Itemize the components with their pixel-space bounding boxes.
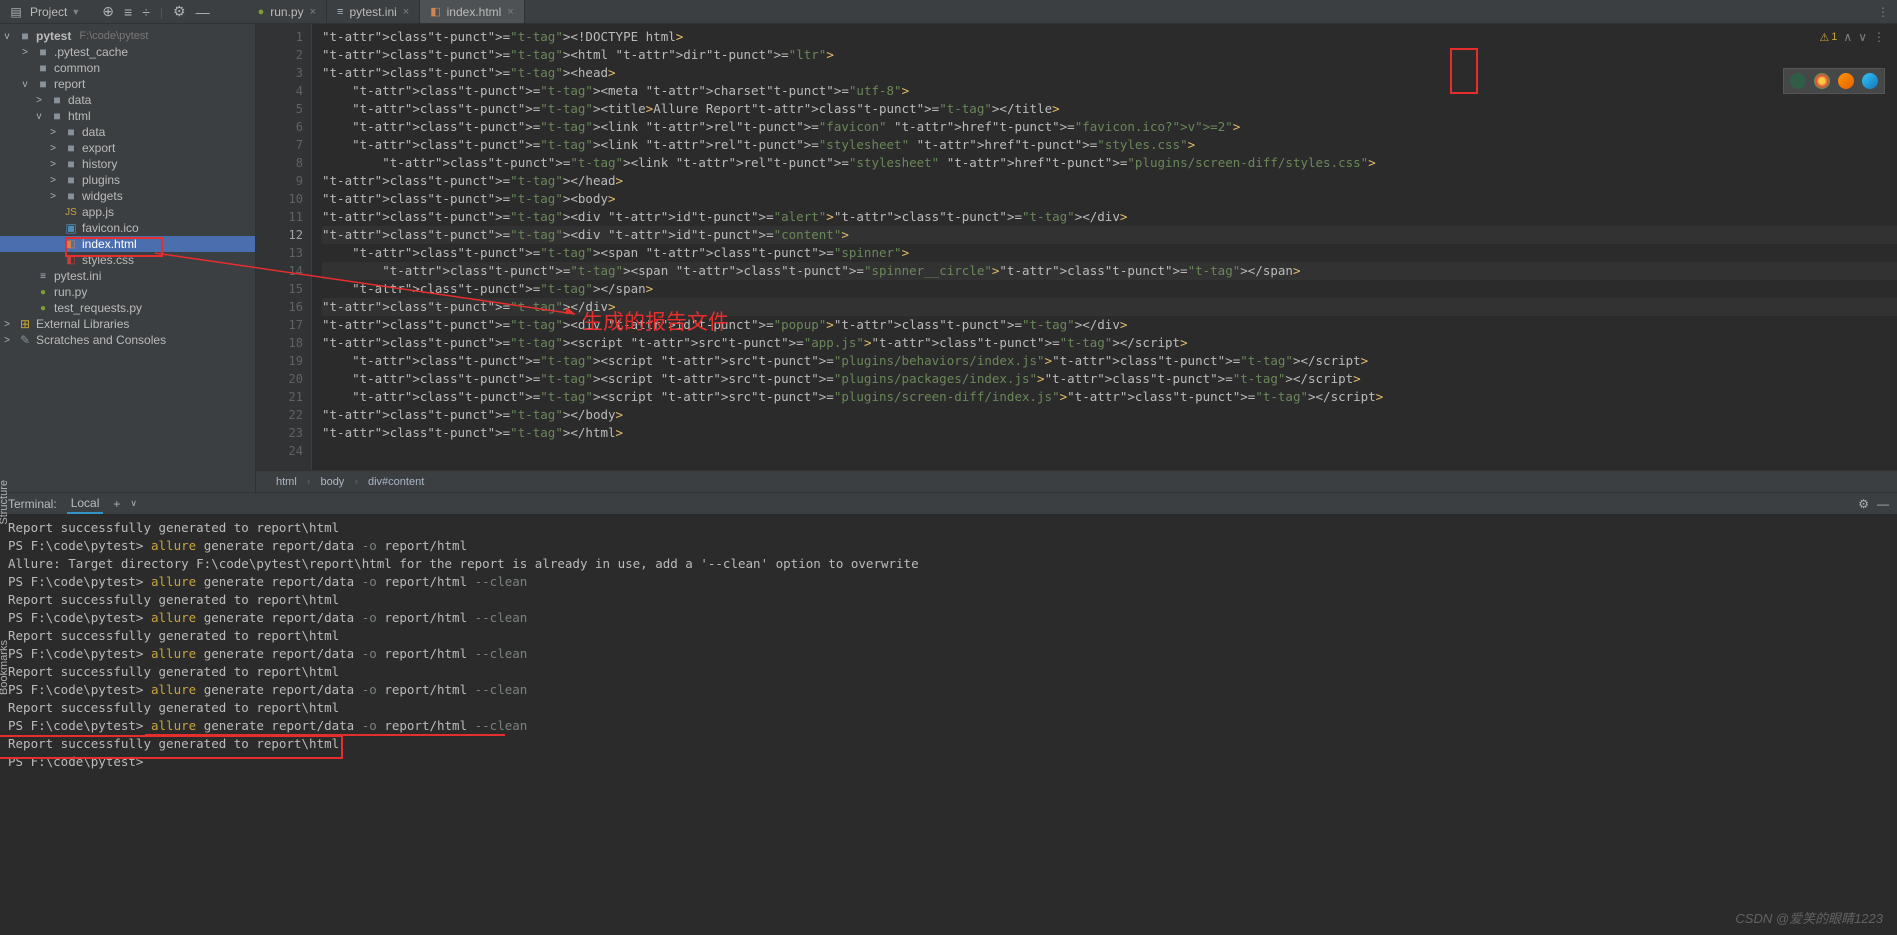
watermark: CSDN @爱笑的眼睛1223	[1735, 908, 1883, 927]
tree-item--pytest_cache[interactable]: >■.pytest_cache	[0, 44, 255, 60]
terminal-line: Report successfully generated to report\…	[8, 627, 1889, 645]
tree-item-external-libraries[interactable]: >⊞External Libraries	[0, 316, 255, 332]
minimize-icon[interactable]: —	[196, 4, 210, 20]
minimize-icon[interactable]: —	[1877, 497, 1889, 511]
folder-icon: ■	[64, 189, 78, 203]
tree-item-pytest-ini[interactable]: ≡pytest.ini	[0, 268, 255, 284]
html-icon: ◧	[64, 239, 78, 250]
code-area[interactable]: "t-attr">class"t-punct">="t-tag"><!DOCTY…	[312, 24, 1897, 470]
editor: ⚠ 1 ∧ ∨ ⋮ 123456789101112131415161718192…	[256, 24, 1897, 492]
editor-tabs: ● run.py × ≡ pytest.ini × ◧ index.html ×	[248, 0, 525, 23]
img-icon: ▣	[64, 221, 78, 235]
terminal-tab-local[interactable]: Local	[67, 494, 104, 514]
terminal-line: Report successfully generated to report\…	[8, 663, 1889, 681]
terminal-output[interactable]: Report successfully generated to report\…	[0, 515, 1897, 775]
tree-item-app-js[interactable]: JSapp.js	[0, 204, 255, 220]
chevron-down-icon: ▼	[71, 7, 80, 17]
py-icon: ●	[36, 287, 50, 298]
terminal-panel: Terminal: Local + ∨ ⚙ — Report successfu…	[0, 492, 1897, 775]
folder-icon: ■	[64, 125, 78, 139]
gutter[interactable]: 123456789101112131415161718192021222324	[256, 24, 312, 470]
terminal-line: PS F:\code\pytest> allure generate repor…	[8, 681, 1889, 699]
gear-icon[interactable]: ⚙	[173, 3, 186, 20]
tree-item-report[interactable]: v■report	[0, 76, 255, 92]
tree-item-styles-css[interactable]: ◧styles.css	[0, 252, 255, 268]
ini-icon: ≡	[337, 6, 343, 18]
structure-panel-label[interactable]: Structure	[0, 480, 10, 525]
crumb-body[interactable]: body	[320, 476, 344, 488]
tab-run-py[interactable]: ● run.py ×	[248, 0, 327, 23]
terminal-line: PS F:\code\pytest> allure generate repor…	[8, 717, 1889, 735]
target-icon[interactable]: ⊕	[102, 3, 114, 20]
bookmarks-panel-label[interactable]: Bookmarks	[0, 640, 10, 695]
tree-item-common[interactable]: ■common	[0, 60, 255, 76]
close-icon[interactable]: ×	[507, 6, 513, 18]
crumb-html[interactable]: html	[276, 476, 297, 488]
folder-icon: ■	[64, 141, 78, 155]
tab-index-html[interactable]: ◧ index.html ×	[420, 0, 525, 23]
close-icon[interactable]: ×	[403, 6, 409, 18]
project-tree: v ■ pytest F:\code\pytest >■.pytest_cach…	[0, 24, 256, 492]
folder-icon: ■	[18, 29, 32, 43]
terminal-line: Report successfully generated to report\…	[8, 591, 1889, 609]
terminal-line: Report successfully generated to report\…	[8, 699, 1889, 717]
tree-item-plugins[interactable]: >■plugins	[0, 172, 255, 188]
tab-pytest-ini[interactable]: ≡ pytest.ini ×	[327, 0, 420, 23]
folder-icon: ■	[36, 61, 50, 75]
tree-item-run-py[interactable]: ●run.py	[0, 284, 255, 300]
folder-icon: ■	[50, 93, 64, 107]
more-icon[interactable]: ⋮	[1877, 5, 1889, 19]
css-icon: ◧	[64, 255, 78, 266]
terminal-dropdown[interactable]: ∨	[130, 498, 137, 509]
tree-item-favicon-ico[interactable]: ▣favicon.ico	[0, 220, 255, 236]
folder-icon: ■	[64, 173, 78, 187]
py-icon: ●	[36, 303, 50, 314]
folder-icon: ■	[36, 45, 50, 59]
project-dropdown[interactable]: Project ▼	[30, 5, 80, 19]
gear-icon[interactable]: ⚙	[1858, 497, 1869, 511]
tree-item-html[interactable]: v■html	[0, 108, 255, 124]
python-icon: ●	[258, 6, 265, 18]
project-icon: ▤	[8, 4, 24, 20]
tree-item-data[interactable]: >■data	[0, 92, 255, 108]
tree-item-history[interactable]: >■history	[0, 156, 255, 172]
folder-icon: ■	[36, 77, 50, 91]
tree-item-export[interactable]: >■export	[0, 140, 255, 156]
tree-item-index-html[interactable]: ◧index.html	[0, 236, 255, 252]
terminal-line: PS F:\code\pytest> allure generate repor…	[8, 537, 1889, 555]
terminal-line: PS F:\code\pytest> allure generate repor…	[8, 645, 1889, 663]
folder-icon: ■	[64, 157, 78, 171]
terminal-line: PS F:\code\pytest> allure generate repor…	[8, 609, 1889, 627]
expand-icon[interactable]: ≡	[124, 4, 132, 20]
close-icon[interactable]: ×	[310, 6, 316, 18]
tree-item-data[interactable]: >■data	[0, 124, 255, 140]
ini-icon: ≡	[36, 271, 50, 282]
collapse-icon[interactable]: ÷	[142, 4, 150, 20]
crumb-div[interactable]: div#content	[368, 476, 424, 488]
html-icon: ◧	[430, 5, 440, 18]
tree-item-widgets[interactable]: >■widgets	[0, 188, 255, 204]
tree-root[interactable]: v ■ pytest F:\code\pytest	[0, 28, 255, 44]
annotation-text: 生成的报告文件	[582, 306, 729, 336]
terminal-line: Report successfully generated to report\…	[8, 735, 1889, 753]
js-icon: JS	[64, 207, 78, 218]
add-terminal[interactable]: +	[113, 497, 120, 511]
terminal-line: PS F:\code\pytest>	[8, 753, 1889, 771]
folder-icon: ■	[50, 109, 64, 123]
terminal-line: Allure: Target directory F:\code\pytest\…	[8, 555, 1889, 573]
breadcrumb: html › body › div#content	[256, 470, 1897, 492]
terminal-label: Terminal:	[8, 497, 57, 511]
terminal-line: Report successfully generated to report\…	[8, 519, 1889, 537]
terminal-line: PS F:\code\pytest> allure generate repor…	[8, 573, 1889, 591]
tree-item-test_requests-py[interactable]: ●test_requests.py	[0, 300, 255, 316]
top-bar: ▤ Project ▼ ⊕ ≡ ÷ | ⚙ — ● run.py × ≡ pyt…	[0, 0, 1897, 24]
tree-item-scratches-and-consoles[interactable]: >✎Scratches and Consoles	[0, 332, 255, 348]
